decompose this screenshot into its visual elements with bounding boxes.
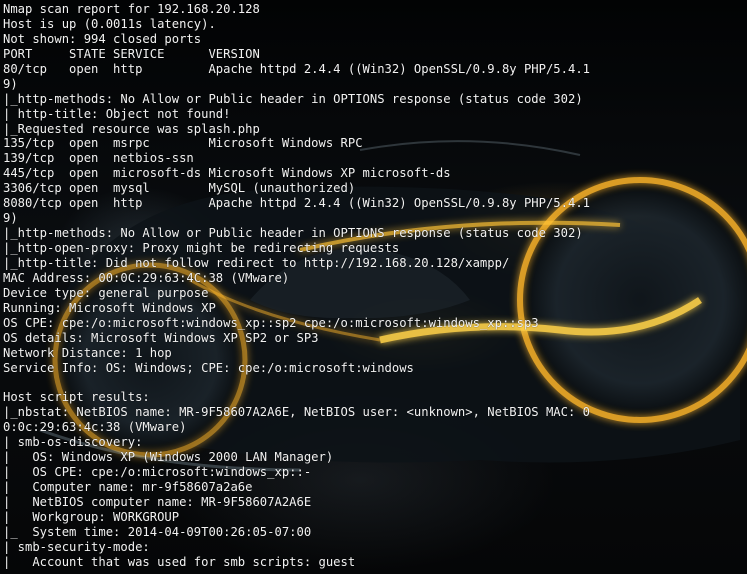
terminal-line: | NetBIOS computer name: MR-9F58607A2A6E (3, 494, 312, 509)
terminal-line: MAC Address: 00:0C:29:63:4C:38 (VMware) (3, 270, 290, 285)
terminal-line: 445/tcp open microsoft-ds Microsoft Wind… (3, 166, 451, 181)
terminal-line: | OS: Windows XP (Windows 2000 LAN Manag… (3, 450, 334, 465)
terminal-line: | Account that was used for smb scripts:… (3, 554, 356, 569)
terminal-line: Running: Microsoft Windows XP (3, 300, 216, 315)
terminal-line: |_nbstat: NetBIOS name: MR-9F58607A2A6E,… (3, 405, 590, 420)
terminal-line: |_Requested resource was splash.php (3, 121, 260, 136)
terminal-line: |_http-methods: No Allow or Public heade… (3, 226, 583, 241)
terminal-line: |_http-title: Did not follow redirect to… (3, 255, 510, 270)
terminal-line: | Workgroup: WORKGROUP (3, 509, 180, 524)
terminal-line: PORT STATE SERVICE VERSION (3, 46, 260, 61)
terminal-line: | smb-security-mode: (3, 539, 150, 554)
terminal-line: | smb-os-discovery: (3, 435, 143, 450)
terminal-line: Host is up (0.0011s latency). (3, 16, 216, 31)
terminal-window[interactable]: Nmap scan report for 192.168.20.128 Host … (0, 0, 747, 574)
terminal-line: |_ System time: 2014-04-09T00:26:05-07:0… (3, 524, 312, 539)
terminal-line: 80/tcp open http Apache httpd 2.4.4 ((Wi… (3, 61, 590, 76)
terminal-line: Service Info: OS: Windows; CPE: cpe:/o:m… (3, 360, 414, 375)
terminal-line: 9) (3, 211, 18, 226)
terminal-line: | OS CPE: cpe:/o:microsoft:windows_xp::- (3, 465, 312, 480)
terminal-line: |_http-open-proxy: Proxy might be redire… (3, 241, 400, 255)
terminal-line: 9) (3, 76, 18, 91)
terminal-line: | Computer name: mr-9f58607a2a6e (3, 480, 253, 494)
terminal-line: 139/tcp open netbios-ssn (3, 151, 194, 166)
terminal-line: |_http-methods: No Allow or Public heade… (3, 91, 583, 106)
terminal-line: | http-title: Object not found! (3, 106, 231, 121)
terminal-line: 0:0c:29:63:4c:38 (VMware) (3, 420, 187, 435)
terminal-line: 135/tcp open msrpc Microsoft Windows RPC (3, 136, 363, 151)
nmap-output[interactable]: Nmap scan report for 192.168.20.128 Host … (3, 2, 745, 570)
terminal-line: Device type: general purpose (3, 285, 209, 300)
terminal-line: Nmap scan report for 192.168.20.128 (3, 2, 260, 16)
terminal-line: OS CPE: cpe:/o:microsoft:windows_xp::sp2… (3, 315, 539, 330)
terminal-line: OS details: Microsoft Windows XP SP2 or … (3, 330, 319, 345)
terminal-line: Network Distance: 1 hop (3, 345, 172, 360)
terminal-line: 3306/tcp open mysql MySQL (unauthorized) (3, 181, 356, 196)
terminal-line: 8080/tcp open http Apache httpd 2.4.4 ((… (3, 196, 590, 211)
terminal-line: Not shown: 994 closed ports (3, 31, 202, 46)
terminal-line: Host script results: (3, 390, 150, 405)
